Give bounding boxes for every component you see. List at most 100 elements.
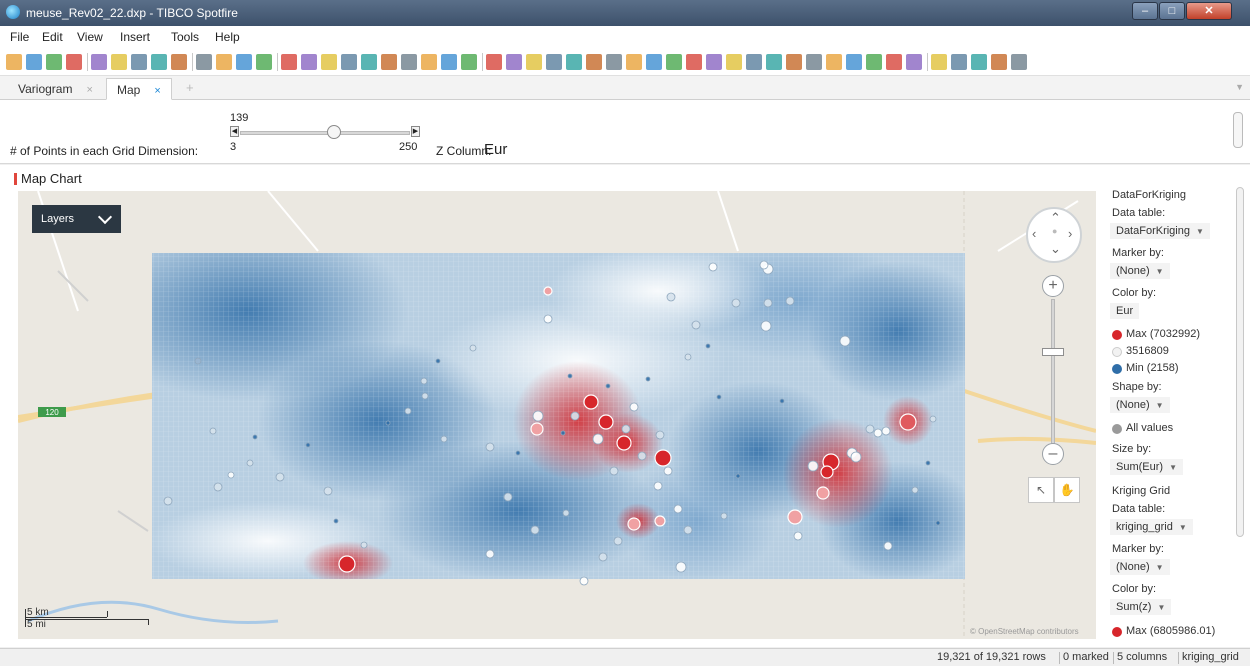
pan-hand-icon[interactable]: ✋ [1054,477,1080,503]
data-point-marker[interactable] [194,357,202,365]
data-point-marker[interactable] [598,552,608,562]
data-point-marker[interactable] [881,426,891,436]
select-pointer-icon[interactable]: ↖ [1028,477,1054,503]
data-point-marker[interactable] [763,298,773,308]
data-point-marker[interactable] [560,430,566,436]
data-point-marker[interactable] [779,398,785,404]
high-value-marker[interactable] [654,515,666,527]
data-point-marker[interactable] [562,509,570,517]
data-point-marker[interactable] [385,420,391,426]
high-value-marker[interactable] [787,509,803,525]
data-point-marker[interactable] [469,344,477,352]
data-point-marker[interactable] [645,376,651,382]
high-value-marker[interactable] [530,422,544,436]
pie-chart-icon[interactable] [461,54,477,70]
data-point-marker[interactable] [440,435,448,443]
menu-view[interactable]: View [77,30,103,44]
filter-icon[interactable] [906,54,922,70]
map-icon[interactable] [486,54,502,70]
bar-chart-icon[interactable] [951,54,967,70]
data-point-marker[interactable] [515,450,521,456]
data-point-marker[interactable] [592,433,604,445]
legend-color-by-select[interactable]: Sum(z) ▼ [1110,599,1172,615]
data-point-marker[interactable] [839,335,851,347]
open-icon[interactable] [281,54,297,70]
pie-chart-icon[interactable] [991,54,1007,70]
data-point-marker[interactable] [807,460,819,472]
data-point-marker[interactable] [684,353,692,361]
print-icon[interactable] [46,54,62,70]
pie-chart-icon[interactable] [196,54,212,70]
open-icon[interactable] [6,54,22,70]
minimize-button[interactable]: – [1132,2,1158,20]
menu-help[interactable]: Help [215,30,240,44]
save-icon[interactable] [301,54,317,70]
bar-chart-icon[interactable] [421,54,437,70]
data-point-marker[interactable] [485,549,495,559]
table-icon[interactable] [131,54,147,70]
settings-icon[interactable] [236,54,252,70]
layout-icon[interactable] [786,54,802,70]
data-point-marker[interactable] [530,525,540,535]
data-point-marker[interactable] [735,473,741,479]
data-point-marker[interactable] [275,472,285,482]
data-point-marker[interactable] [435,358,441,364]
z-column-value[interactable]: Eur [484,141,507,158]
map-icon[interactable] [1011,54,1027,70]
chevron-down-icon[interactable]: ▼ [1235,82,1244,92]
legend-color-by-select[interactable]: Eur [1110,303,1140,319]
map-icon[interactable] [746,54,762,70]
data-point-marker[interactable] [883,541,893,551]
data-point-marker[interactable] [163,496,173,506]
data-point-marker[interactable] [605,383,611,389]
close-tab-icon[interactable]: × [86,84,92,96]
redo-icon[interactable] [91,54,107,70]
save-icon[interactable] [26,54,42,70]
data-point-marker[interactable] [421,392,429,400]
data-point-marker[interactable] [935,520,941,526]
menu-edit[interactable]: Edit [42,30,63,44]
maximize-button[interactable]: □ [1159,2,1185,20]
close-button[interactable]: ✕ [1186,2,1232,20]
high-value-marker[interactable] [816,486,830,500]
settings-icon[interactable] [766,54,782,70]
data-point-marker[interactable] [929,415,937,423]
layout-icon[interactable] [526,54,542,70]
table-icon[interactable] [666,54,682,70]
data-point-marker[interactable] [653,481,663,491]
data-point-marker[interactable] [227,471,235,479]
high-value-marker[interactable] [820,465,834,479]
legend-marker-by-select[interactable]: (None) ▼ [1110,263,1170,279]
data-point-marker[interactable] [333,518,339,524]
data-point-marker[interactable] [673,504,683,514]
undo-icon[interactable] [606,54,622,70]
data-point-marker[interactable] [246,459,254,467]
zoom-slider[interactable] [1051,299,1055,447]
data-point-marker[interactable] [485,442,495,452]
data-point-marker[interactable] [655,430,665,440]
data-point-marker[interactable] [691,320,701,330]
pie-chart-icon[interactable] [726,54,742,70]
pan-right-icon[interactable]: › [1068,226,1072,241]
data-point-marker[interactable] [360,541,368,549]
data-point-marker[interactable] [543,314,553,324]
zoom-out-button[interactable]: – [1042,443,1064,465]
bar-chart-icon[interactable] [686,54,702,70]
data-point-marker[interactable] [675,561,687,573]
line-chart-icon[interactable] [441,54,457,70]
data-point-marker[interactable] [613,536,623,546]
data-point-marker[interactable] [720,512,728,520]
undo-icon[interactable] [341,54,357,70]
data-point-marker[interactable] [579,576,589,586]
legend-shape-by-select[interactable]: (None) ▼ [1110,397,1170,413]
grid-points-slider[interactable] [240,131,410,135]
undo-icon[interactable] [66,54,82,70]
data-point-marker[interactable] [850,451,862,463]
data-point-marker[interactable] [683,525,693,535]
data-point-marker[interactable] [629,402,639,412]
slider-step-left-icon[interactable]: ◀ [230,126,239,137]
data-point-marker[interactable] [708,262,718,272]
data-point-marker[interactable] [666,292,676,302]
data-point-marker[interactable] [532,410,544,422]
map-icon[interactable] [216,54,232,70]
